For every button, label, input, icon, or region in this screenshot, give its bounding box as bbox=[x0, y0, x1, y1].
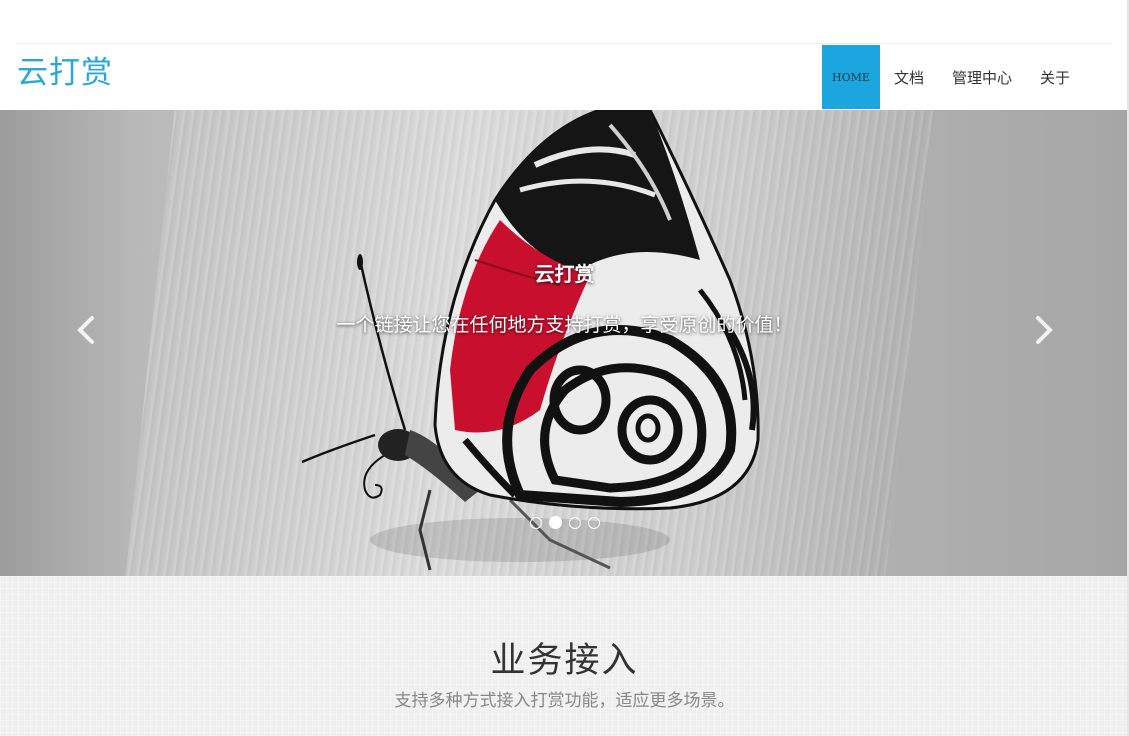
slide-title: 云打赏 bbox=[534, 262, 595, 286]
section-title: 业务接入 bbox=[490, 641, 639, 681]
nav-item-admin[interactable]: 管理中心 bbox=[938, 45, 1026, 109]
chevron-left-icon bbox=[77, 316, 94, 344]
nav-item-home[interactable]: HOME bbox=[822, 45, 880, 109]
carousel-indicator-active[interactable] bbox=[549, 516, 562, 529]
nav-item-about[interactable]: 关于 bbox=[1026, 45, 1084, 109]
section-subtitle: 支持多种方式接入打赏功能，适应更多场景。 bbox=[394, 691, 735, 711]
carousel-indicators bbox=[530, 516, 600, 529]
site-logo[interactable]: 云打赏 bbox=[17, 52, 113, 94]
main-nav: HOME 文档 管理中心 关于 bbox=[822, 45, 1084, 109]
hero-carousel: 云打赏 一个链接让您在任何地方支持打赏，享受原创的价值！ bbox=[0, 110, 1129, 576]
carousel-indicator[interactable] bbox=[530, 516, 542, 529]
carousel-indicator[interactable] bbox=[588, 516, 600, 529]
carousel-next-button[interactable] bbox=[1028, 310, 1058, 350]
butterfly-image bbox=[301, 110, 760, 571]
nav-item-docs[interactable]: 文档 bbox=[880, 45, 938, 109]
carousel-prev-button[interactable] bbox=[72, 310, 102, 350]
slide-caption: 一个链接让您在任何地方支持打赏，享受原创的价值！ bbox=[336, 314, 793, 336]
carousel-indicator[interactable] bbox=[569, 516, 581, 529]
chevron-right-icon bbox=[1036, 316, 1053, 344]
site-header: 云打赏 HOME 文档 管理中心 关于 bbox=[0, 0, 1129, 110]
header-divider bbox=[16, 43, 1112, 44]
business-section: 业务接入 支持多种方式接入打赏功能，适应更多场景。 bbox=[0, 576, 1129, 736]
